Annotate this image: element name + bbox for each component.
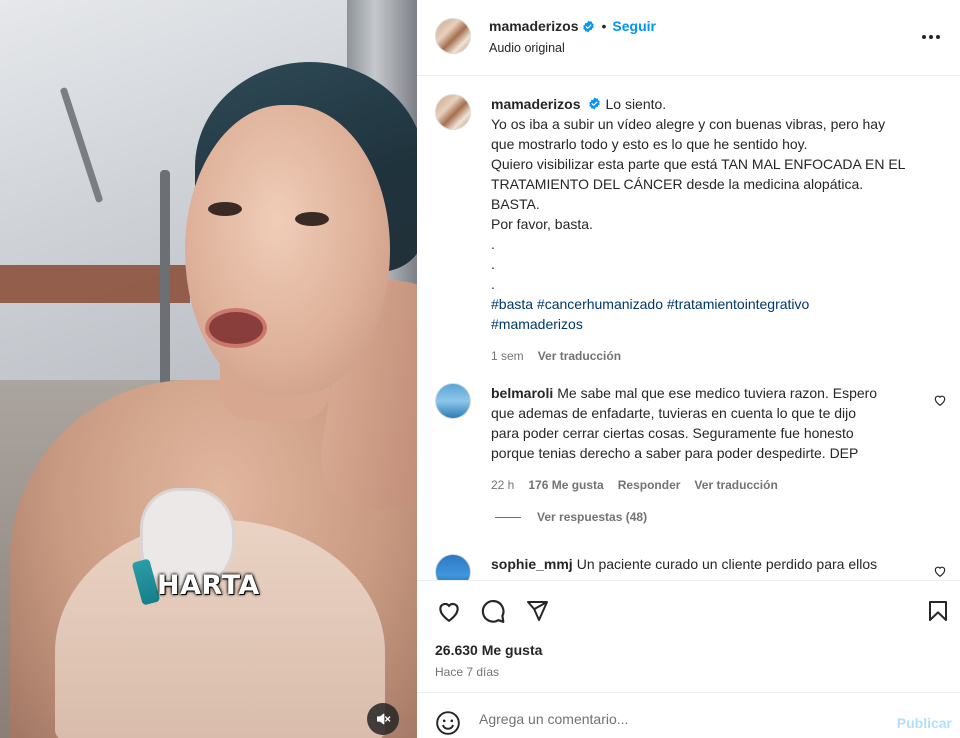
caption-username[interactable]: mamaderizos — [491, 96, 580, 112]
heart-icon[interactable] — [933, 564, 947, 578]
more-options-button[interactable] — [916, 22, 946, 52]
person-face — [185, 105, 390, 395]
comment-text: que ademas de enfadarte, tuvieras en cue… — [491, 405, 857, 421]
comment-likes[interactable]: 176 Me gusta — [528, 475, 603, 495]
author-username[interactable]: mamaderizos — [489, 18, 578, 34]
heart-icon[interactable] — [933, 393, 947, 407]
bookmark-icon — [929, 601, 947, 621]
mute-button[interactable] — [367, 703, 399, 735]
comment-body: belmaroli Me sabe mal que ese medico tuvi… — [491, 383, 939, 495]
caption-hashtags[interactable]: #mamaderizos — [491, 314, 939, 334]
author-avatar[interactable] — [435, 94, 471, 130]
save-button[interactable] — [924, 597, 952, 625]
caption-text: TRATAMIENTO DEL CÁNCER desde la medicina… — [491, 176, 864, 192]
replies-divider — [495, 516, 521, 518]
caption-text: Por favor, basta. — [491, 216, 593, 232]
caption-body: mamaderizos Lo siento. Yo os iba a subir … — [491, 94, 939, 366]
person-eye — [295, 212, 329, 226]
audio-link[interactable]: Audio original — [489, 41, 565, 55]
post-actions: 26.630 Me gusta Hace 7 días — [417, 580, 960, 692]
comment-body: sophie_mmj Un paciente curado un cliente … — [491, 554, 939, 574]
post-date[interactable]: Hace 7 días — [435, 665, 499, 679]
caption-time[interactable]: 1 sem — [491, 346, 524, 366]
person-eye — [208, 202, 242, 216]
comment-text: Un paciente curado un cliente perdido pa… — [576, 556, 878, 572]
comment-box: Publicar — [417, 692, 960, 738]
commenter-username[interactable]: belmaroli — [491, 385, 553, 401]
caption-first-line: mamaderizos Lo siento. — [491, 94, 939, 114]
post-sidebar: mamaderizos • Seguir Audio original mama… — [417, 0, 960, 738]
comment-text: para poder cerrar ciertas cosas. Seguram… — [491, 425, 854, 441]
comment-text: Me sabe mal que ese medico tuviera razon… — [557, 385, 878, 401]
caption-text: Yo os iba a subir un vídeo alegre y con … — [491, 116, 886, 132]
post-media[interactable]: HARTA — [0, 0, 417, 738]
caption-text: BASTA. — [491, 196, 540, 212]
caption-text: Lo siento. — [605, 96, 667, 112]
verified-badge-icon — [589, 97, 601, 110]
author-name-row: mamaderizos • Seguir — [489, 18, 656, 34]
author-avatar[interactable] — [435, 18, 471, 54]
commenter-avatar[interactable] — [435, 554, 471, 580]
caption-text: que mostrarlo todo y esto es lo que he s… — [491, 136, 808, 152]
likes-count[interactable]: 26.630 Me gusta — [435, 642, 542, 658]
share-button[interactable] — [523, 597, 551, 625]
action-icons-row — [435, 597, 551, 625]
view-replies-button[interactable]: Ver respuestas (48) — [495, 510, 647, 524]
caption-text: . — [491, 236, 495, 252]
translate-link[interactable]: Ver traducción — [538, 346, 621, 366]
more-horizontal-icon — [922, 35, 940, 39]
speaker-muted-icon — [377, 713, 391, 725]
commenter-avatar[interactable] — [435, 383, 471, 419]
caption-text: Quiero visibilizar esta parte que está T… — [491, 156, 906, 172]
comment-text: porque tenias derecho a saber para poder… — [491, 445, 859, 461]
send-icon — [527, 601, 548, 621]
iv-stand — [160, 170, 170, 400]
comment-time[interactable]: 22 h — [491, 475, 514, 495]
view-replies-label: Ver respuestas (48) — [537, 510, 648, 524]
comments-scroll-area[interactable]: mamaderizos Lo siento. Yo os iba a subir … — [417, 77, 960, 580]
caption-meta: 1 sem Ver traducción — [491, 346, 939, 366]
person-mouth — [205, 308, 267, 348]
caption-text: . — [491, 276, 495, 292]
comment-input[interactable] — [479, 711, 859, 727]
follow-button[interactable]: Seguir — [612, 18, 656, 34]
caption-hashtags[interactable]: #basta #cancerhumanizado #tratamientoint… — [491, 294, 939, 314]
reply-button[interactable]: Responder — [618, 475, 681, 495]
video-caption: HARTA — [157, 570, 260, 601]
comment-meta: 22 h 176 Me gusta Responder Ver traducci… — [491, 475, 939, 495]
comment-first-line: belmaroli Me sabe mal que ese medico tuvi… — [491, 383, 939, 403]
commenter-username[interactable]: sophie_mmj — [491, 556, 573, 572]
like-button[interactable] — [435, 597, 463, 625]
caption-text: . — [491, 256, 495, 272]
translate-link[interactable]: Ver traducción — [694, 475, 777, 495]
separator-dot: • — [601, 18, 607, 34]
post-header: mamaderizos • Seguir Audio original — [417, 0, 960, 76]
comment-button[interactable] — [479, 597, 507, 625]
heart-icon — [439, 602, 459, 623]
comment-first-line: sophie_mmj Un paciente curado un cliente … — [491, 554, 939, 574]
verified-badge-icon — [583, 20, 595, 32]
emoji-icon[interactable] — [435, 710, 461, 736]
publish-button[interactable]: Publicar — [897, 715, 952, 731]
comment-icon — [481, 599, 505, 623]
